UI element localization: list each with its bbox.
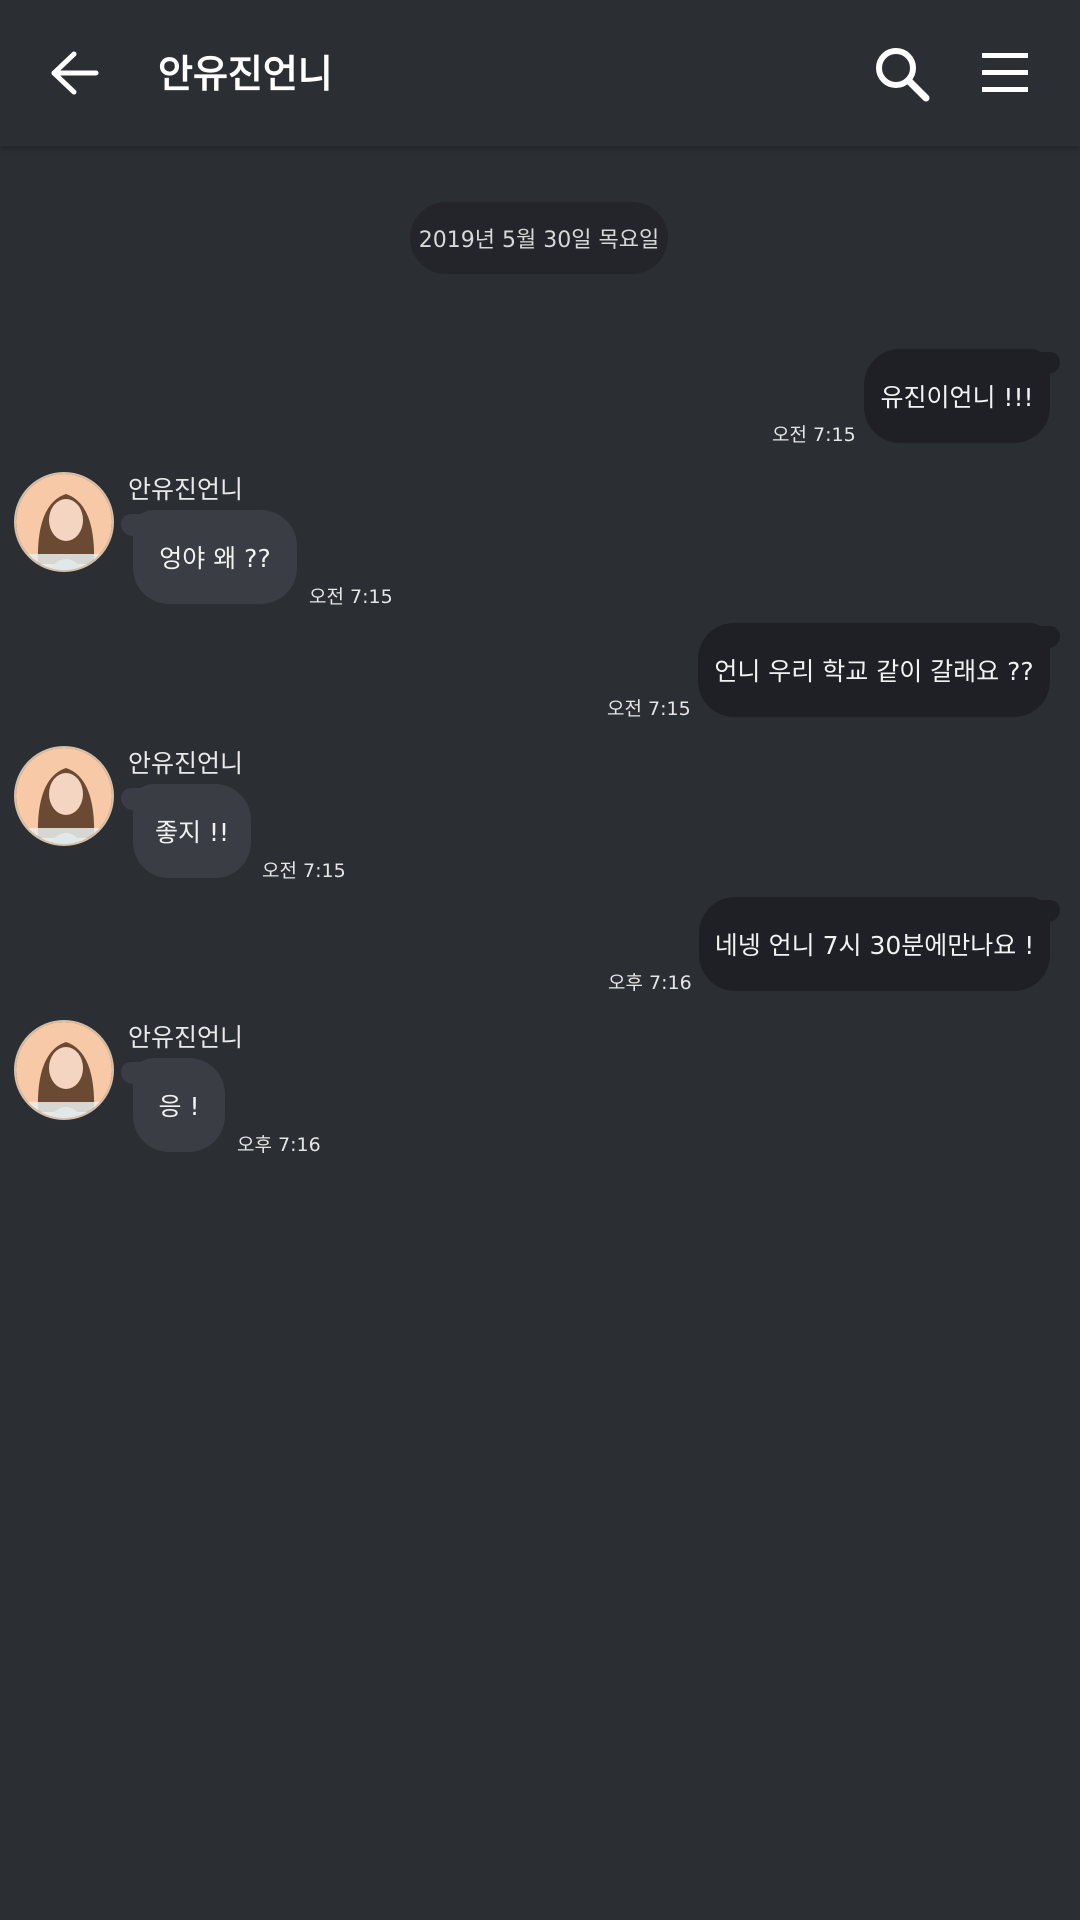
bubble-tail: [121, 1062, 151, 1084]
message-time: 오후 7:16: [237, 1134, 321, 1156]
bubble-tail: [1030, 352, 1060, 374]
message-text: 좋지 !!: [155, 818, 229, 847]
back-arrow-icon[interactable]: [46, 44, 104, 102]
avatar[interactable]: [14, 472, 114, 572]
message-text: 응 !: [158, 1092, 200, 1121]
message-text: 언니 우리 학교 같이 갈래요 ??: [714, 657, 1034, 686]
bubble-tail: [121, 514, 151, 536]
message-time: 오전 7:15: [309, 586, 393, 608]
message-time: 오후 7:16: [608, 972, 692, 994]
chat-header: 안유진언니: [0, 0, 1080, 146]
message-text: 엉야 왜 ??: [159, 544, 271, 573]
message-text: 네넹 언니 7시 30분에만나요 !: [714, 931, 1035, 960]
outgoing-message-bubble[interactable]: 언니 우리 학교 같이 갈래요 ??: [698, 623, 1050, 717]
sender-name: 안유진언니: [128, 1023, 244, 1052]
message-time: 오전 7:15: [262, 860, 346, 882]
message-time: 오전 7:15: [772, 424, 856, 446]
chat-title: 안유진언니: [158, 52, 333, 96]
bubble-tail: [1030, 626, 1060, 648]
sender-name: 안유진언니: [128, 749, 244, 778]
bubble-tail: [121, 788, 151, 810]
bubble-tail: [1030, 900, 1060, 922]
message-text: 유진이언니 !!!: [880, 383, 1034, 412]
incoming-message-bubble[interactable]: 엉야 왜 ??: [133, 510, 297, 604]
outgoing-message-bubble[interactable]: 유진이언니 !!!: [864, 349, 1050, 443]
date-separator: 2019년 5월 30일 목요일: [410, 202, 668, 274]
avatar[interactable]: [14, 746, 114, 846]
search-icon[interactable]: [872, 44, 932, 104]
hamburger-menu-icon[interactable]: [980, 50, 1030, 96]
avatar[interactable]: [14, 1020, 114, 1120]
outgoing-message-bubble[interactable]: 네넹 언니 7시 30분에만나요 !: [699, 897, 1050, 991]
sender-name: 안유진언니: [128, 475, 244, 504]
message-time: 오전 7:15: [607, 698, 691, 720]
